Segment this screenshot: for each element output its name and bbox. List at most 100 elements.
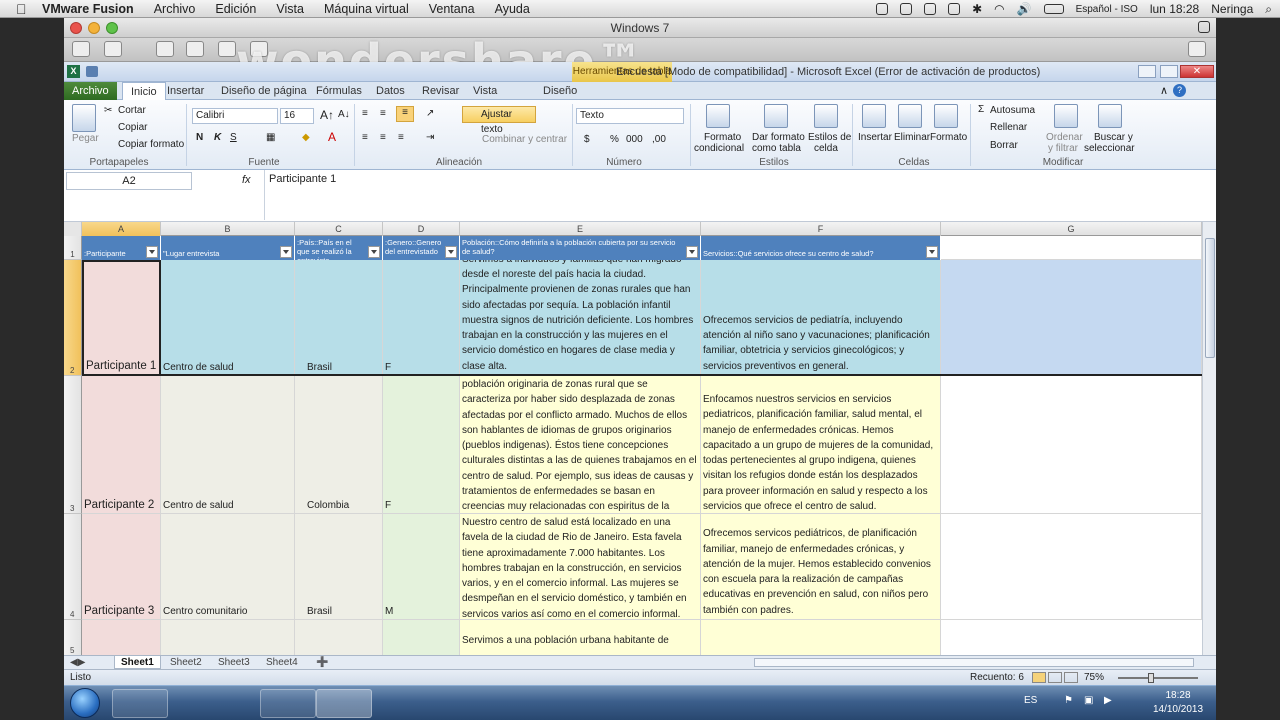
wifi-icon[interactable]: ◠ — [994, 2, 1004, 16]
cut-scissors-icon[interactable]: ✂ — [104, 105, 112, 116]
cell-c2[interactable]: Brasil — [295, 260, 383, 376]
minimize-icon[interactable] — [1138, 65, 1156, 78]
format-button[interactable]: Formato — [930, 132, 967, 143]
cell-d3[interactable]: F — [383, 376, 460, 514]
menu-ayuda[interactable]: Ayuda — [495, 2, 530, 16]
cell-e2[interactable]: Servimos a individuos y familias que han… — [460, 260, 701, 376]
page-break-icon[interactable] — [1064, 672, 1078, 683]
shrink-font-icon[interactable]: A↓ — [338, 109, 350, 120]
delete-cells-icon[interactable] — [898, 104, 922, 128]
cell-styles-label-2[interactable]: celda — [814, 143, 838, 154]
row-header-3[interactable]: 3 — [64, 376, 82, 514]
vm-tools-button[interactable] — [156, 41, 174, 57]
menu-maquina-virtual[interactable]: Máquina virtual — [324, 2, 409, 16]
windows-start-icon[interactable] — [70, 688, 100, 718]
sort-filter-icon[interactable] — [1054, 104, 1078, 128]
cell-a2[interactable]: Participante 1 — [82, 260, 161, 376]
paste-icon[interactable] — [72, 104, 96, 132]
tab-inicio[interactable]: Inicio — [122, 82, 166, 100]
row-header-1[interactable]: 1 — [64, 236, 82, 260]
sheet-tab-3[interactable]: Sheet3 — [212, 656, 256, 669]
grow-font-icon[interactable]: A↑ — [320, 108, 334, 122]
bluetooth-icon[interactable]: ✱ — [972, 2, 982, 16]
menu-edicion[interactable]: Edición — [215, 2, 256, 16]
copy-button[interactable]: Copiar — [118, 122, 147, 133]
filter-dropdown-icon[interactable] — [926, 246, 938, 258]
header-cell-servicios[interactable]: Servicios::Qué servicios ofrece su centr… — [701, 236, 941, 260]
cell-b2[interactable]: Centro de salud — [161, 260, 295, 376]
align-left-icon[interactable]: ≡ — [362, 132, 368, 143]
header-cell-poblacion[interactable]: Población::Cómo definiría a la población… — [460, 236, 701, 260]
mac-user[interactable]: Neringa — [1211, 2, 1253, 16]
cell-f4[interactable]: Ofrecemos servicos pediátricos, de plani… — [701, 514, 941, 620]
help-icon[interactable]: ? — [1173, 84, 1186, 97]
spotlight-icon[interactable]: ⌕ — [1265, 2, 1272, 17]
cell-styles-icon[interactable] — [814, 104, 838, 128]
save-icon[interactable] — [86, 66, 98, 77]
wrap-text-button[interactable]: Ajustar texto — [462, 106, 536, 135]
borders-icon[interactable]: ▦ — [266, 132, 275, 143]
menu-app-name[interactable]: VMware Fusion — [42, 2, 134, 16]
format-cells-icon[interactable] — [934, 104, 958, 128]
align-middle-icon[interactable]: ≡ — [380, 108, 386, 119]
vertical-scrollbar[interactable] — [1202, 222, 1216, 656]
cond-format-label-2[interactable]: condicional — [694, 143, 744, 154]
menu-vista[interactable]: Vista — [276, 2, 304, 16]
close-window-icon[interactable] — [70, 22, 82, 34]
ribbon-minimize-icon[interactable]: ∧ — [1160, 84, 1168, 97]
number-format-select[interactable]: Texto — [576, 108, 684, 124]
filter-dropdown-icon[interactable] — [280, 246, 292, 258]
currency-icon[interactable]: $ — [584, 134, 590, 145]
tab-archivo[interactable]: Archivo — [64, 82, 117, 100]
tab-diseno[interactable]: Diseño — [543, 82, 577, 100]
italic-icon[interactable]: K — [214, 132, 221, 143]
dropbox-icon[interactable] — [900, 3, 913, 15]
thousands-icon[interactable]: 000 — [626, 134, 643, 145]
col-header-g[interactable]: G — [941, 222, 1202, 236]
col-header-a[interactable]: A — [82, 222, 161, 236]
align-bottom-icon[interactable]: ≡ — [396, 106, 414, 122]
cell-g4[interactable] — [941, 514, 1202, 620]
cell-g2[interactable] — [941, 260, 1202, 376]
close-icon[interactable]: ✕ — [1180, 65, 1214, 78]
input-language[interactable]: Español - ISO — [1076, 4, 1138, 15]
sheet-tab-4[interactable]: Sheet4 — [260, 656, 304, 669]
tab-vista[interactable]: Vista — [473, 82, 497, 100]
zoom-slider[interactable] — [1118, 673, 1198, 683]
percent-icon[interactable]: % — [610, 134, 619, 145]
fill-button[interactable]: Rellenar — [990, 122, 1027, 133]
cell-a5[interactable] — [82, 620, 161, 656]
fullscreen-icon[interactable] — [1198, 21, 1210, 33]
formula-input[interactable]: Participante 1 — [264, 170, 1202, 220]
tab-revisar[interactable]: Revisar — [422, 82, 459, 100]
tray-network-icon[interactable]: ▣ — [1084, 695, 1093, 706]
autosum-button[interactable]: Autosuma — [990, 105, 1035, 116]
header-cell-g[interactable] — [941, 236, 1202, 260]
cell-d5[interactable] — [383, 620, 460, 656]
bold-icon[interactable]: N — [196, 132, 203, 143]
fill-color-icon[interactable]: ◆ — [302, 132, 310, 143]
sort-label-1[interactable]: Ordenar — [1046, 132, 1083, 143]
tray-time[interactable]: 18:28 — [1158, 690, 1198, 701]
merge-center-button[interactable]: Combinar y centrar — [482, 134, 567, 145]
sort-label-2[interactable]: y filtrar — [1048, 143, 1078, 154]
minimize-window-icon[interactable] — [88, 22, 100, 34]
taskbar-app-icon[interactable] — [260, 689, 316, 718]
sync-icon[interactable] — [924, 3, 937, 15]
conditional-format-icon[interactable] — [706, 104, 730, 128]
col-header-f[interactable]: F — [701, 222, 941, 236]
zoom-window-icon[interactable] — [106, 22, 118, 34]
align-top-icon[interactable]: ≡ — [362, 108, 368, 119]
function-icon[interactable]: fx — [242, 174, 251, 186]
row-header-5[interactable]: 5 — [64, 620, 82, 656]
battery-icon[interactable] — [1043, 4, 1064, 14]
cell-g3[interactable] — [941, 376, 1202, 514]
filter-dropdown-icon[interactable] — [368, 246, 380, 258]
select-all-corner[interactable] — [64, 222, 82, 236]
filter-dropdown-icon[interactable] — [686, 246, 698, 258]
table-format-icon[interactable] — [764, 104, 788, 128]
taskbar-excel-icon[interactable] — [316, 689, 372, 718]
sheet-tab-2[interactable]: Sheet2 — [164, 656, 208, 669]
mac-clock[interactable]: lun 18:28 — [1150, 2, 1199, 16]
filter-dropdown-icon[interactable] — [445, 246, 457, 258]
